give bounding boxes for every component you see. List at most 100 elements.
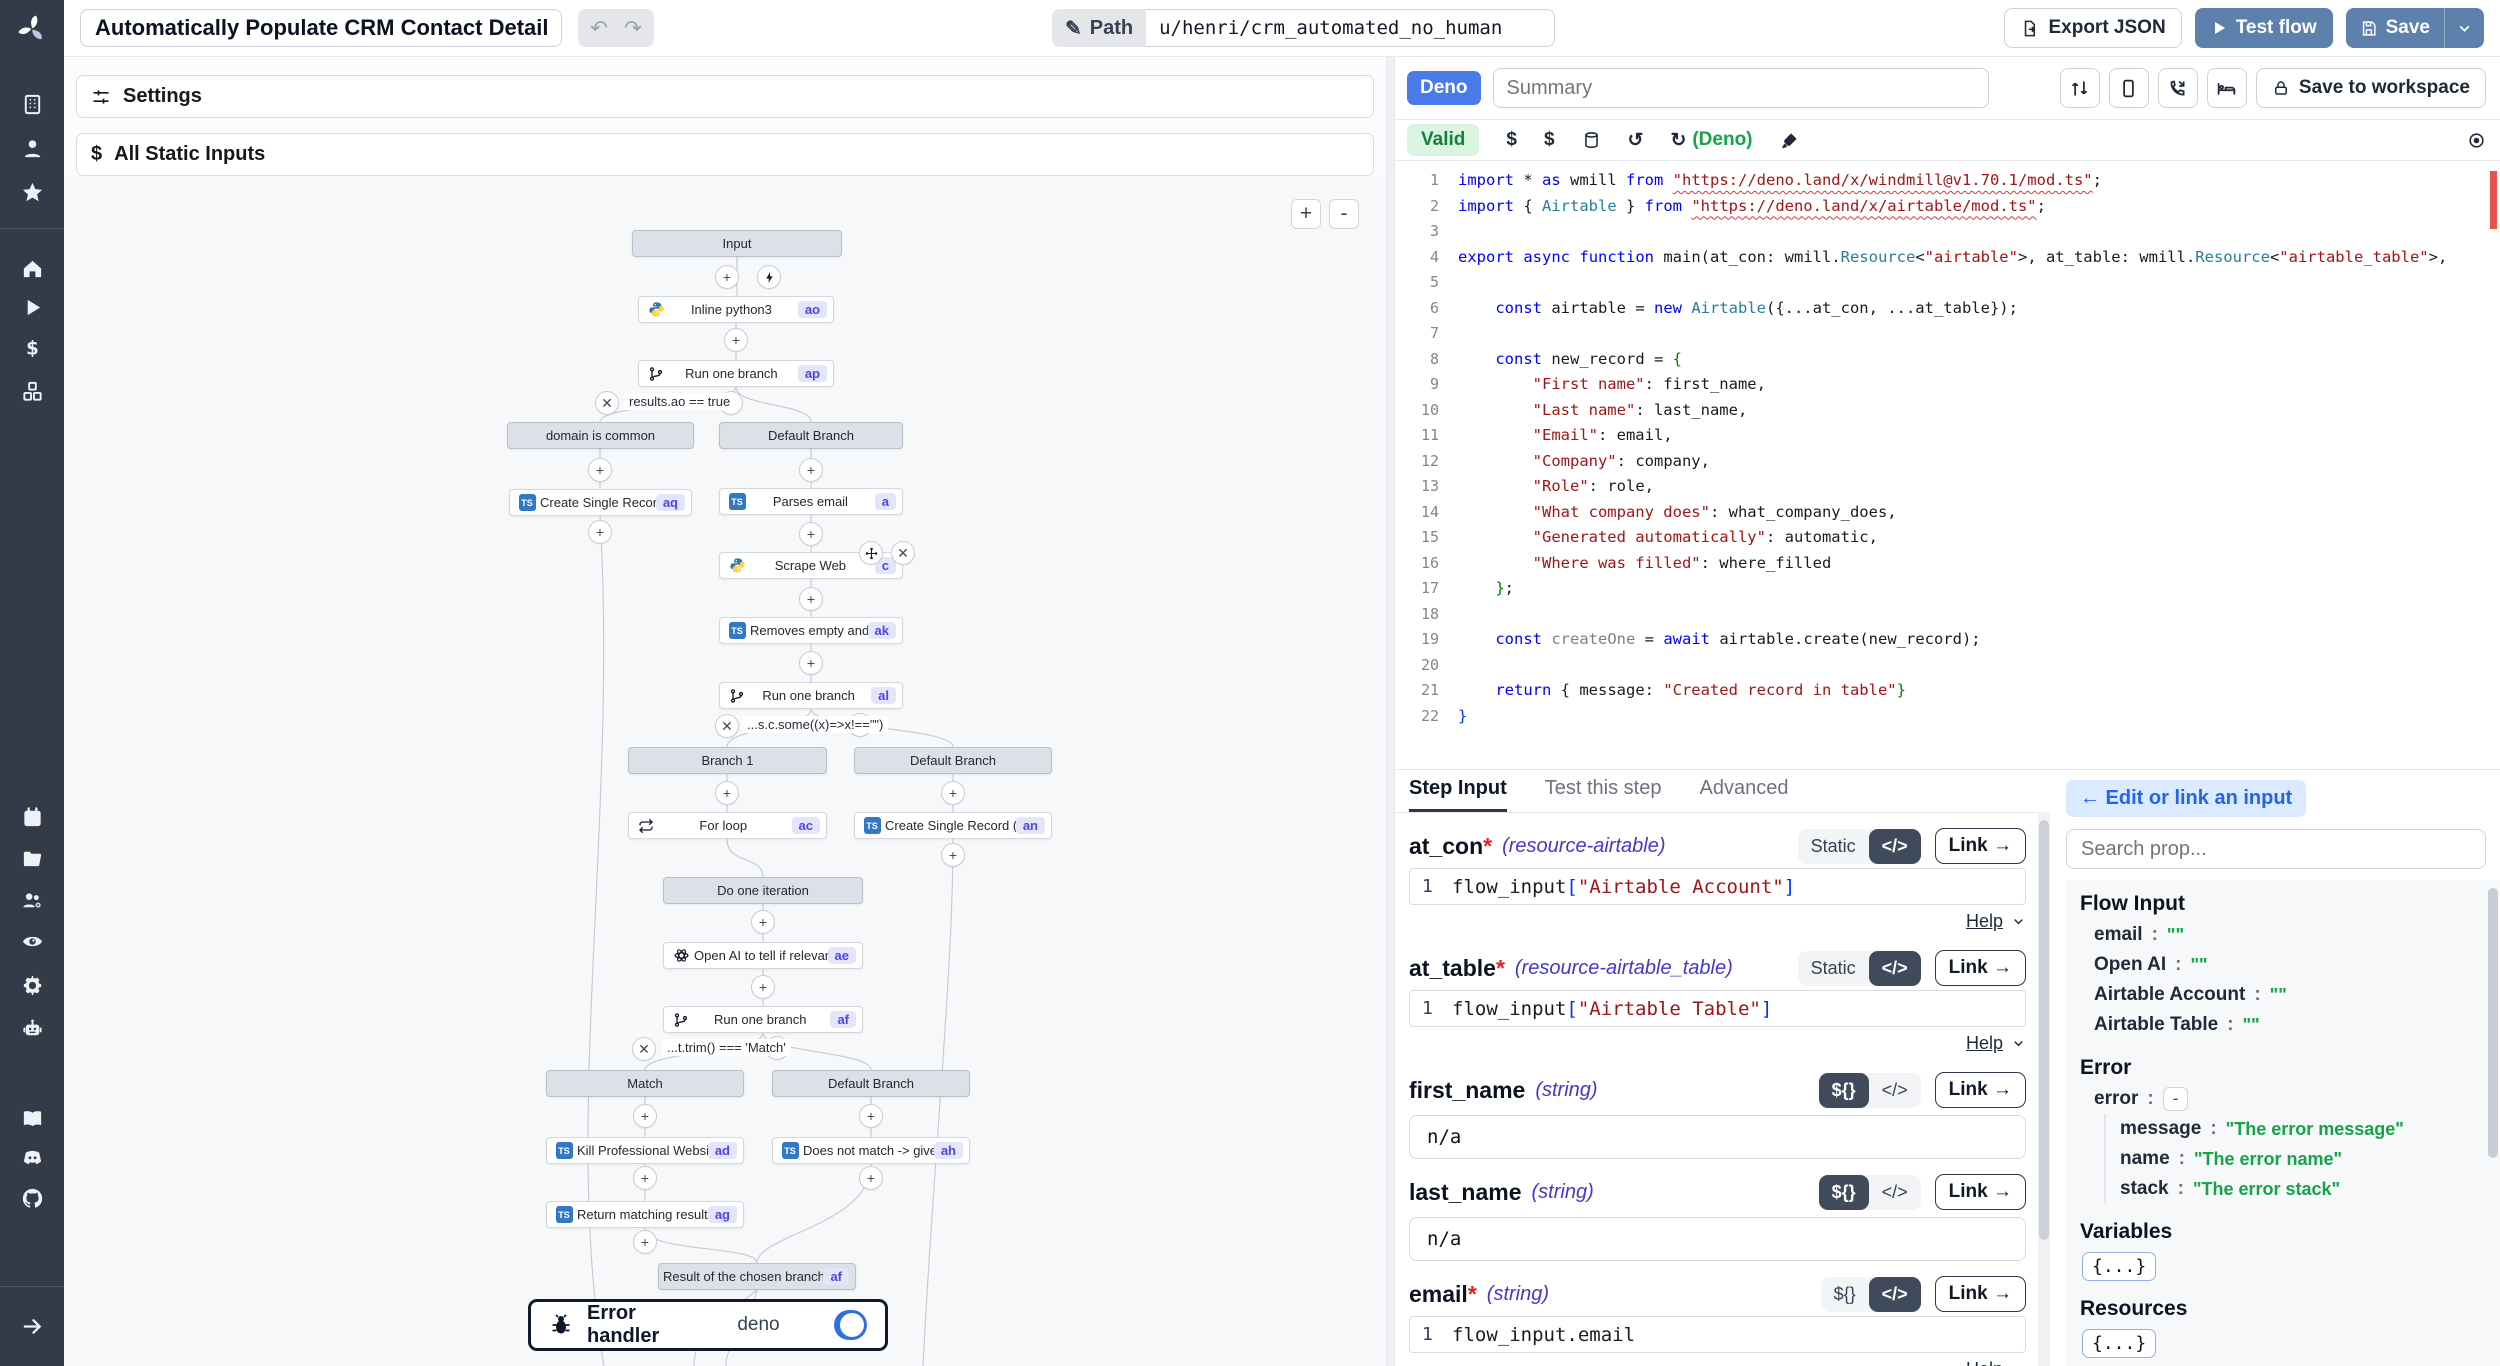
mode-option-code[interactable]: </>	[1869, 829, 1921, 864]
prop-message[interactable]: message:"The error message"	[2106, 1114, 2486, 1144]
format-brush-icon[interactable]	[1780, 131, 1799, 150]
insert-node-button[interactable]: +	[588, 458, 612, 482]
flow-node-open-ai-to-tell-if-relevant-result[interactable]: Open AI to tell if relevant resultae	[663, 942, 863, 969]
star-icon[interactable]	[0, 172, 64, 212]
cycle-arrows-icon[interactable]	[2060, 68, 2100, 108]
help-link[interactable]: Help	[1966, 1033, 2003, 1054]
undo-tool-icon[interactable]: ↺	[1628, 129, 1644, 152]
flow-node-default-branch[interactable]: Default Branch	[854, 747, 1052, 774]
error-handler-toggle[interactable]	[834, 1310, 867, 1340]
summary-input[interactable]	[1493, 68, 1989, 108]
insert-node-button[interactable]: +	[633, 1230, 657, 1254]
insert-node-button[interactable]: +	[859, 1166, 883, 1190]
user-icon[interactable]	[0, 128, 64, 168]
flow-node-run-one-branch[interactable]: Run one branchap	[638, 360, 834, 387]
mode-option-static[interactable]: Static	[1798, 951, 1869, 986]
field-value-input-last_name[interactable]: n/a	[1409, 1217, 2026, 1261]
gear-icon[interactable]	[0, 965, 64, 1005]
redo-button[interactable]: ↷	[616, 12, 650, 44]
help-link[interactable]: Help	[1966, 1359, 2003, 1366]
mode-option-code[interactable]: </>	[1869, 951, 1921, 986]
undo-button[interactable]: ↶	[582, 12, 616, 44]
remove-node-button[interactable]: ✕	[891, 541, 915, 565]
phone-incoming-icon[interactable]	[2158, 68, 2198, 108]
save-to-workspace-button[interactable]: Save to workspace	[2256, 68, 2486, 108]
flow-node-run-one-branch[interactable]: Run one branchaf	[663, 1006, 863, 1033]
mode-option-static[interactable]: ${}	[1819, 1175, 1869, 1210]
home-icon[interactable]	[0, 249, 64, 289]
flow-settings-button[interactable]: Settings	[76, 75, 1374, 118]
windmill-logo-icon[interactable]	[0, 0, 64, 57]
bed-icon[interactable]	[2207, 68, 2247, 108]
mode-option-static[interactable]: ${}	[1821, 1277, 1869, 1312]
flow-node-parses-email[interactable]: TSParses emaila	[719, 488, 903, 515]
arrow-right-icon[interactable]	[0, 1306, 64, 1346]
play-icon[interactable]	[0, 287, 64, 327]
user-group-icon[interactable]	[0, 880, 64, 920]
prop-panel-scrollbar[interactable]	[2488, 888, 2498, 1158]
prop-name[interactable]: name:"The error name"	[2106, 1144, 2486, 1174]
insert-node-button[interactable]: +	[751, 910, 775, 934]
test-flow-button[interactable]: Test flow	[2195, 8, 2333, 48]
link-button[interactable]: Link →	[1935, 1174, 2026, 1210]
building-icon[interactable]	[0, 84, 64, 124]
flow-node-result-of-the-chosen-branch[interactable]: Result of the chosen branchaf	[658, 1263, 856, 1290]
mode-option-static[interactable]: ${}	[1819, 1073, 1869, 1108]
insert-node-button[interactable]: +	[799, 458, 823, 482]
insert-node-button[interactable]: +	[588, 520, 612, 544]
variables-object-chip[interactable]: {...}	[2082, 1252, 2156, 1281]
boxes-icon[interactable]	[0, 371, 64, 411]
flow-title-input[interactable]	[80, 9, 562, 47]
tab-step-input[interactable]: Step Input	[1409, 777, 1507, 812]
language-badge[interactable]: Deno	[1407, 71, 1481, 105]
flow-node-input[interactable]: Input	[632, 230, 842, 257]
chevron-down-icon[interactable]	[2011, 1362, 2026, 1366]
export-json-button[interactable]: Export JSON	[2004, 8, 2181, 48]
save-button[interactable]: Save	[2346, 8, 2444, 48]
database-icon[interactable]	[1582, 131, 1601, 150]
chevron-down-icon[interactable]	[2011, 1036, 2026, 1051]
step-panel-scrollbar[interactable]	[2038, 812, 2050, 1366]
code-editor[interactable]: 1import * as wmill from "https://deno.la…	[1393, 161, 2500, 769]
resources-object-chip[interactable]: {...}	[2082, 1329, 2156, 1358]
insert-node-button[interactable]: +	[941, 843, 965, 867]
move-node-handle[interactable]	[859, 541, 883, 565]
flow-canvas[interactable]: + - InputInline python3aoRun one brancha…	[64, 177, 1386, 1366]
help-link[interactable]: Help	[1966, 911, 2003, 932]
portrait-rect-icon[interactable]	[2109, 68, 2149, 108]
flow-node-kill-professional-websites-mentions[interactable]: TSKill Professional Websites mentionsad	[546, 1137, 744, 1164]
edit-or-link-input-button[interactable]: ← Edit or link an input	[2066, 780, 2306, 817]
insert-node-button[interactable]: +	[715, 265, 739, 289]
flow-node-default-branch[interactable]: Default Branch	[772, 1070, 970, 1097]
search-prop-input[interactable]	[2066, 829, 2486, 869]
field-expr-editor-at_table[interactable]: 1flow_input["Airtable Table"]	[1409, 990, 2026, 1027]
flow-node-do-one-iteration[interactable]: Do one iteration	[663, 877, 863, 904]
panel-divider[interactable]	[1386, 57, 1395, 1366]
mode-option-code[interactable]: </>	[1869, 1277, 1921, 1312]
flow-node-run-one-branch[interactable]: Run one branchal	[719, 682, 903, 709]
insert-node-button[interactable]: +	[715, 781, 739, 805]
mode-option-static[interactable]: Static	[1798, 829, 1869, 864]
mode-option-code[interactable]: </>	[1869, 1073, 1921, 1108]
prop-email[interactable]: email:""	[2080, 920, 2486, 950]
flow-node-removes-empty-and-duplicates[interactable]: TSRemoves empty and duplicatesak	[719, 617, 903, 644]
insert-node-button[interactable]: +	[724, 328, 748, 352]
flow-node-match[interactable]: Match	[546, 1070, 744, 1097]
github-icon[interactable]	[0, 1178, 64, 1218]
error-handler-node[interactable]: Error handlerdeno	[528, 1299, 888, 1351]
zoom-in-button[interactable]: +	[1291, 199, 1321, 229]
link-button[interactable]: Link →	[1935, 950, 2026, 986]
book-icon[interactable]	[0, 1098, 64, 1138]
prop-airtable-account[interactable]: Airtable Account:""	[2080, 980, 2486, 1010]
link-button[interactable]: Link →	[1935, 1276, 2026, 1312]
insert-node-button[interactable]: +	[799, 651, 823, 675]
mode-option-code[interactable]: </>	[1869, 1175, 1921, 1210]
field-expr-editor-at_con[interactable]: 1flow_input["Airtable Account"]	[1409, 868, 2026, 905]
prop-stack[interactable]: stack:"The error stack"	[2106, 1174, 2486, 1204]
insert-node-button[interactable]: +	[633, 1104, 657, 1128]
prop-airtable-table[interactable]: Airtable Table:""	[2080, 1010, 2486, 1040]
flow-node-does-not-match-gives-empty-value[interactable]: TSDoes not match -> gives empty valueah	[772, 1137, 970, 1164]
insert-node-button[interactable]: +	[941, 781, 965, 805]
prop-error[interactable]: error:-	[2080, 1084, 2486, 1114]
tab-advanced[interactable]: Advanced	[1699, 777, 1788, 812]
